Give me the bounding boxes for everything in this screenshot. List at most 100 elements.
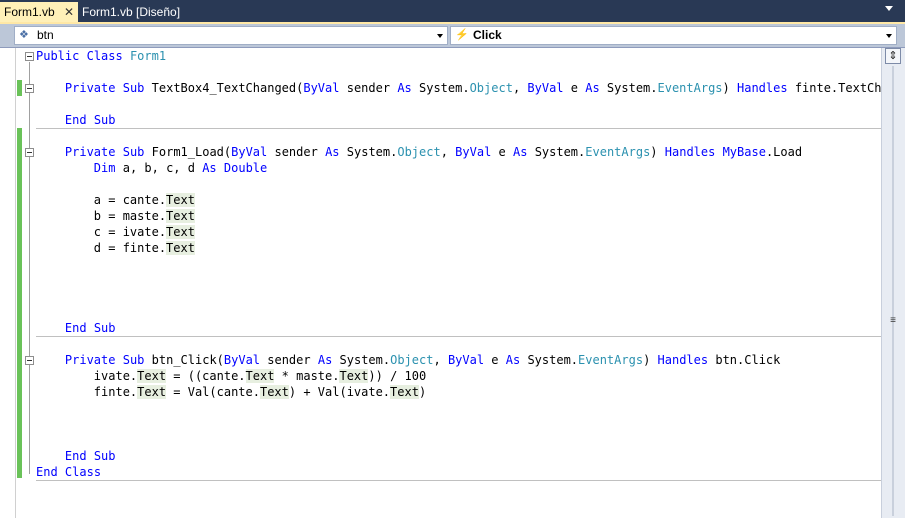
keyword: Handles: [664, 145, 716, 159]
expression-part: ) + Val(ivate.: [288, 385, 391, 399]
tab-form1-design[interactable]: Form1.vb [Diseño]: [78, 2, 184, 22]
keyword: ByVal: [447, 353, 485, 367]
keyword: Double: [223, 161, 268, 175]
handles-target: finte.TextChange: [794, 81, 881, 95]
keyword: End: [64, 113, 87, 127]
keyword: Public: [36, 49, 80, 63]
code-line[interactable]: End Sub: [36, 448, 116, 464]
code-line[interactable]: End Sub: [36, 112, 116, 128]
close-tab-icon[interactable]: ✕: [64, 2, 74, 22]
keyword: As: [202, 161, 217, 175]
code-line[interactable]: Dim a, b, c, d As Double: [36, 160, 267, 176]
highlighted-reference: Text: [166, 225, 195, 239]
punctuation: ): [643, 353, 651, 367]
handles-target: btn.Click: [715, 353, 781, 367]
keyword: As: [505, 353, 521, 367]
keyword: Class: [86, 49, 123, 63]
expression-part: = ((cante.: [166, 369, 246, 383]
tab-list-dropdown-icon[interactable]: [885, 6, 893, 11]
namespace: System.: [419, 81, 470, 95]
keyword: Sub: [122, 145, 145, 159]
highlighted-reference: Text: [137, 369, 167, 383]
code-line[interactable]: finte.Text = Val(cante.Text) + Val(ivate…: [36, 384, 426, 400]
keyword: As: [585, 81, 600, 95]
collapse-class-icon[interactable]: [25, 52, 34, 61]
namespace: System.: [339, 353, 391, 367]
code-line[interactable]: Private Sub btn_Click(ByVal sender As Sy…: [36, 352, 780, 368]
split-window-icon[interactable]: ⇕: [885, 48, 901, 64]
class-name: Form1: [129, 49, 167, 63]
code-editor[interactable]: Public Class Form1 Private Sub TextBox4_…: [0, 48, 881, 518]
highlighted-reference: Text: [166, 193, 195, 207]
expression-part: ): [418, 385, 427, 399]
keyword: ByVal: [303, 81, 340, 95]
method-separator: [36, 336, 881, 337]
highlighted-reference: Text: [339, 369, 369, 383]
code-line[interactable]: Public Class Form1: [36, 48, 166, 64]
keyword: Private: [64, 145, 116, 159]
outline-line: [29, 62, 30, 474]
keyword: Handles: [657, 353, 709, 367]
keyword: End: [64, 449, 87, 463]
keyword: Private: [64, 81, 116, 95]
parameter: sender: [267, 353, 311, 367]
keyword: Private: [64, 353, 116, 367]
method-name-dropdown[interactable]: ⚡ Click: [450, 26, 897, 45]
keyword: Dim: [93, 161, 116, 175]
code-line[interactable]: Private Sub Form1_Load(ByVal sender As S…: [36, 144, 802, 160]
scrollbar-track[interactable]: [892, 66, 894, 516]
parameter: e: [491, 353, 499, 367]
class-name-dropdown[interactable]: ❖ btn: [14, 26, 448, 45]
punctuation: ): [650, 145, 658, 159]
collapse-sub-icon[interactable]: [25, 84, 34, 93]
chevron-down-icon[interactable]: [886, 34, 892, 38]
keyword: End: [36, 465, 58, 479]
keyword: Sub: [93, 321, 116, 335]
namespace: System.: [606, 81, 658, 95]
expression-part: = Val(cante.: [166, 385, 260, 399]
highlighted-reference: Text: [259, 385, 289, 399]
collapse-sub-icon[interactable]: [25, 356, 34, 365]
punctuation: ,: [512, 81, 521, 95]
code-line[interactable]: d = finte.Text: [36, 240, 195, 256]
code-line[interactable]: c = ivate.Text: [36, 224, 195, 240]
method-signature: Form1_Load(: [151, 145, 232, 159]
lightning-event-icon: ⚡: [455, 29, 469, 41]
chevron-down-icon[interactable]: [437, 34, 443, 38]
highlighted-reference: Text: [137, 385, 167, 399]
assignment: b = maste.: [93, 209, 167, 223]
method-separator: [36, 128, 881, 129]
type-name: Object: [469, 81, 513, 95]
namespace: System.: [534, 145, 586, 159]
keyword: ByVal: [231, 145, 268, 159]
code-line[interactable]: End Class: [36, 464, 101, 480]
namespace: System.: [527, 353, 579, 367]
tab-label: Form1.vb: [4, 5, 55, 19]
code-line[interactable]: b = maste.Text: [36, 208, 195, 224]
keyword: ByVal: [455, 145, 492, 159]
navigation-bar: ❖ btn ⚡ Click: [0, 24, 905, 48]
punctuation: ,: [433, 353, 441, 367]
collapse-sub-icon[interactable]: [25, 148, 34, 157]
type-name: Object: [397, 145, 441, 159]
method-separator: [36, 480, 881, 481]
tab-form1-vb[interactable]: Form1.vb ✕: [0, 2, 78, 22]
code-line[interactable]: End Sub: [36, 320, 116, 336]
highlighted-reference: Text: [166, 241, 195, 255]
expression-part: finte.: [93, 385, 138, 399]
scroll-grip-icon[interactable]: ≡: [888, 316, 898, 326]
expression-part: )) / 100: [368, 369, 427, 383]
keyword: Sub: [122, 81, 145, 95]
keyword: Sub: [93, 113, 116, 127]
assignment: d = finte.: [93, 241, 167, 255]
keyword: End: [64, 321, 87, 335]
editor-margin: [15, 48, 16, 518]
namespace: System.: [346, 145, 398, 159]
vertical-scrollbar[interactable]: ⇕ ≡: [881, 48, 905, 518]
keyword: ByVal: [527, 81, 564, 95]
code-line[interactable]: Private Sub TextBox4_TextChanged(ByVal s…: [36, 80, 881, 96]
code-line[interactable]: a = cante.Text: [36, 192, 195, 208]
method-name-value: Click: [473, 28, 502, 42]
tab-label: Form1.vb [Diseño]: [82, 5, 181, 19]
code-line[interactable]: ivate.Text = ((cante.Text * maste.Text))…: [36, 368, 426, 384]
